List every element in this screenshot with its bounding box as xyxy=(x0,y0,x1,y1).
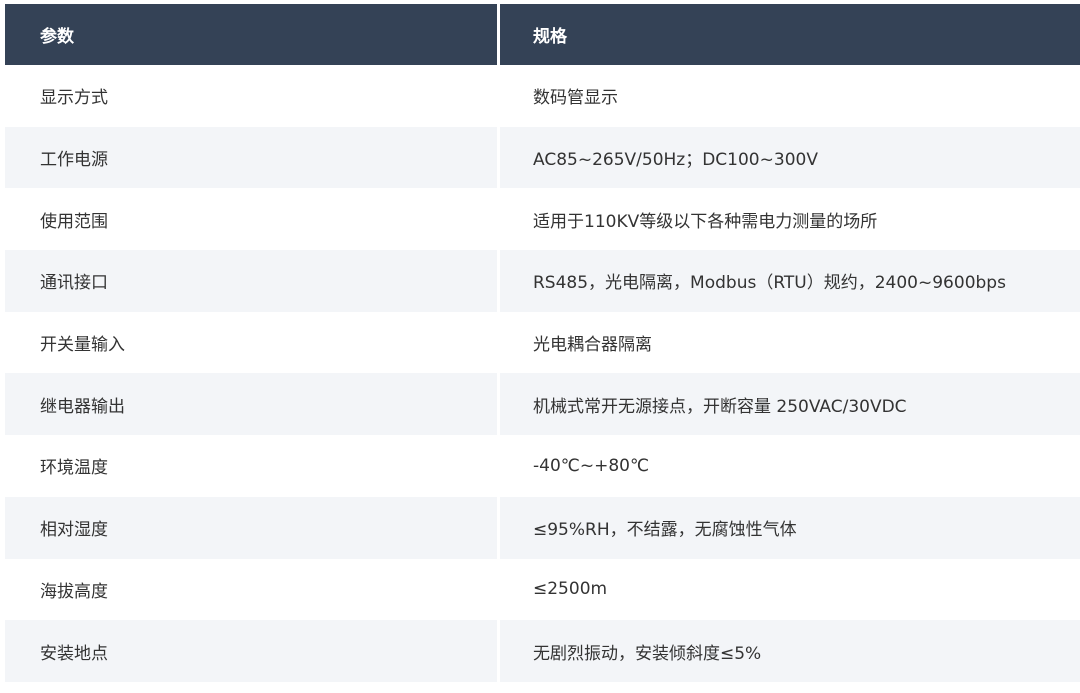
param-cell: 安装地点 xyxy=(5,620,497,682)
param-cell: 使用范围 xyxy=(5,188,497,251)
spec-cell: AC85~265V/50Hz；DC100~300V xyxy=(497,126,1080,189)
spec-cell: 机械式常开无源接点，开断容量 250VAC/30VDC xyxy=(497,373,1080,436)
spec-cell: 适用于110KV等级以下各种需电力测量的场所 xyxy=(497,188,1080,251)
spec-cell: 无剧烈振动，安装倾斜度≤5% xyxy=(497,620,1080,682)
param-cell: 显示方式 xyxy=(5,65,497,127)
table-row: 继电器输出 机械式常开无源接点，开断容量 250VAC/30VDC xyxy=(5,373,1080,436)
table-row: 开关量输入 光电耦合器隔离 xyxy=(5,311,1080,374)
table-row: 显示方式 数码管显示 xyxy=(5,65,1080,127)
spec-cell: 光电耦合器隔离 xyxy=(497,311,1080,374)
spec-cell: -40℃~+80℃ xyxy=(497,435,1080,497)
table-row: 工作电源 AC85~265V/50Hz；DC100~300V xyxy=(5,126,1080,189)
spec-cell: RS485，光电隔离，Modbus（RTU）规约，2400~9600bps xyxy=(497,250,1080,312)
param-cell: 工作电源 xyxy=(5,126,497,189)
spec-cell: ≤2500m xyxy=(497,558,1080,621)
param-cell: 相对湿度 xyxy=(5,496,497,559)
table-header-row: 参数 规格 xyxy=(5,4,1080,65)
table-row: 海拔高度 ≤2500m xyxy=(5,558,1080,621)
header-parameter: 参数 xyxy=(5,4,497,65)
param-cell: 开关量输入 xyxy=(5,311,497,374)
table-row: 使用范围 适用于110KV等级以下各种需电力测量的场所 xyxy=(5,188,1080,251)
param-cell: 环境温度 xyxy=(5,435,497,497)
spec-table: 参数 规格 显示方式 数码管显示 工作电源 AC85~265V/50Hz；DC1… xyxy=(5,4,1080,682)
param-cell: 继电器输出 xyxy=(5,373,497,436)
header-specification: 规格 xyxy=(497,4,1080,65)
table-row: 安装地点 无剧烈振动，安装倾斜度≤5% xyxy=(5,620,1080,682)
table-row: 环境温度 -40℃~+80℃ xyxy=(5,435,1080,497)
spec-cell: 数码管显示 xyxy=(497,65,1080,127)
table-row: 通讯接口 RS485，光电隔离，Modbus（RTU）规约，2400~9600b… xyxy=(5,250,1080,312)
spec-cell: ≤95%RH，不结露，无腐蚀性气体 xyxy=(497,496,1080,559)
param-cell: 海拔高度 xyxy=(5,558,497,621)
table-row: 相对湿度 ≤95%RH，不结露，无腐蚀性气体 xyxy=(5,496,1080,559)
param-cell: 通讯接口 xyxy=(5,250,497,312)
